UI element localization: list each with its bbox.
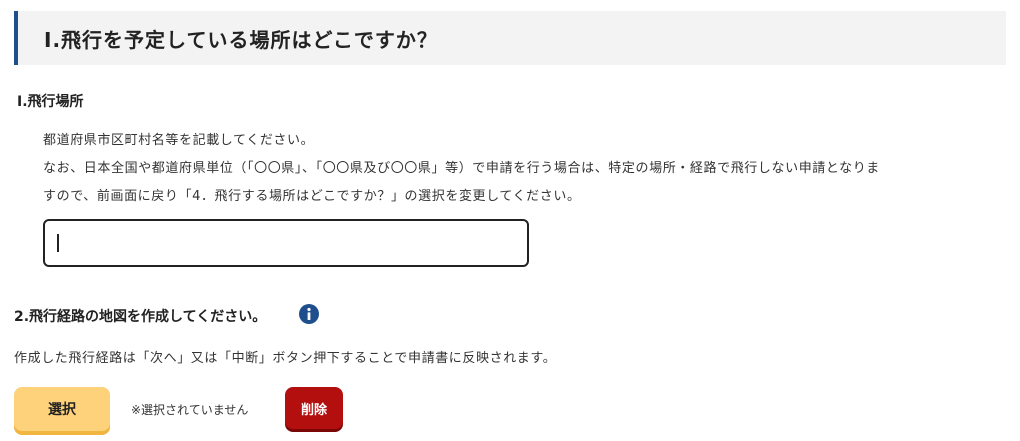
- flight-location-label: Ⅰ.飛行場所: [17, 94, 84, 110]
- select-route-button[interactable]: 選択: [14, 387, 110, 431]
- flight-route-description: 作成した飛行経路は「次へ」又は「中断」ボタン押下することで申請書に反映されます。: [14, 351, 557, 366]
- flight-location-input[interactable]: [43, 219, 529, 267]
- selection-status: ※選択されていません: [131, 403, 249, 417]
- text-cursor: [57, 234, 59, 252]
- delete-route-button[interactable]: 削除: [285, 387, 343, 429]
- section-header: Ⅰ.飛行を予定している場所はどこですか？: [14, 11, 1006, 65]
- flight-route-map-label: 2.飛行経路の地図を作成してください。: [14, 309, 267, 325]
- section-title: Ⅰ.飛行を予定している場所はどこですか？: [44, 28, 438, 52]
- instruction-line-1: 都道府県市区町村名等を記載してください。: [43, 133, 315, 148]
- instruction-line-2: なお、日本全国や都道府県単位（「〇〇県」、「〇〇県及び〇〇県」等）で申請を行う場…: [43, 161, 880, 176]
- instruction-line-3: すので、前画面に戻り「4．飛行する場所はどこですか？」の選択を変更してください。: [43, 189, 581, 204]
- info-circle-icon[interactable]: [299, 304, 319, 324]
